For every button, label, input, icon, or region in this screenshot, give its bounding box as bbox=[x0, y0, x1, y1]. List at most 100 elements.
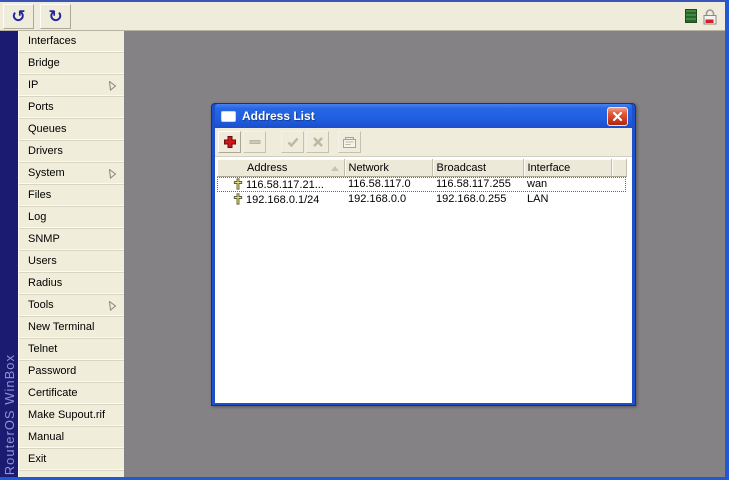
menu-label: Bridge bbox=[28, 57, 60, 69]
remove-button[interactable] bbox=[243, 131, 266, 153]
menu-label: Exit bbox=[28, 453, 47, 465]
sort-ascending-icon bbox=[330, 166, 339, 171]
column-label: Network bbox=[348, 162, 389, 174]
sidebar-item-queues[interactable]: Queues bbox=[19, 119, 124, 141]
list-toolbar bbox=[215, 128, 632, 157]
menu-label: System bbox=[28, 167, 65, 179]
column-label: Address bbox=[247, 162, 288, 174]
address-value: 116.58.117.21... bbox=[246, 178, 324, 191]
cell-interface: wan bbox=[527, 178, 548, 191]
sidebar-item-telnet[interactable]: Telnet bbox=[19, 339, 124, 361]
table-row[interactable]: 192.168.0.1/24 192.168.0.0 192.168.0.255… bbox=[217, 192, 626, 207]
column-header-interface[interactable]: Interface bbox=[523, 159, 612, 177]
menu-label: Interfaces bbox=[28, 35, 77, 47]
table-header-row: Address Network Broadcast Interface bbox=[217, 159, 627, 177]
menu-label: Tools bbox=[28, 299, 54, 311]
ip-address-icon bbox=[233, 178, 243, 190]
table-row[interactable]: 116.58.117.21... 116.58.117.0 116.58.117… bbox=[217, 176, 626, 192]
redo-button[interactable]: ↻ bbox=[40, 3, 71, 29]
check-icon bbox=[287, 137, 298, 148]
sidebar-menu: Interfaces Bridge IP Ports Queues Driver… bbox=[18, 31, 124, 477]
menu-label: Radius bbox=[28, 277, 63, 289]
ip-address-icon bbox=[233, 192, 243, 205]
column-header-broadcast[interactable]: Broadcast bbox=[432, 159, 524, 177]
menu-label: Queues bbox=[28, 123, 67, 135]
menu-label: Ports bbox=[28, 101, 54, 113]
sidebar-item-bridge[interactable]: Bridge bbox=[19, 53, 124, 75]
cell-interface: LAN bbox=[527, 193, 549, 205]
sidebar-item-new-terminal[interactable]: New Terminal bbox=[19, 317, 124, 339]
sidebar-item-ip[interactable]: IP bbox=[19, 75, 124, 97]
undo-button[interactable]: ↺ bbox=[3, 3, 34, 29]
cell-network: 116.58.117.0 bbox=[348, 178, 411, 191]
submenu-arrow-icon bbox=[108, 301, 117, 311]
sidebar-item-certificate[interactable]: Certificate bbox=[19, 383, 124, 405]
submenu-arrow-icon bbox=[108, 81, 117, 91]
sidebar-item-radius[interactable]: Radius bbox=[19, 273, 124, 295]
sidebar-item-tools[interactable]: Tools bbox=[19, 295, 124, 317]
menu-label: New Terminal bbox=[28, 321, 95, 333]
menu-label: Log bbox=[28, 211, 47, 223]
window-title: Address List bbox=[242, 109, 315, 123]
column-label: Interface bbox=[527, 162, 571, 174]
sidebar-item-users[interactable]: Users bbox=[19, 251, 124, 273]
column-label: Broadcast bbox=[436, 162, 487, 174]
list-body: Address Network Broadcast Interface 116.… bbox=[215, 157, 632, 403]
menu-label: Files bbox=[28, 189, 52, 201]
menu-label: Telnet bbox=[28, 343, 58, 355]
cell-broadcast: 116.58.117.255 bbox=[436, 178, 511, 191]
address-list-window: Address List Address Network Broadcast I… bbox=[211, 103, 636, 406]
column-header-network[interactable]: Network bbox=[344, 159, 433, 177]
menu-label: Make Supout.rif bbox=[28, 409, 106, 421]
submenu-arrow-icon bbox=[108, 169, 117, 179]
traffic-indicator-icon bbox=[685, 9, 697, 23]
menu-label: Users bbox=[28, 255, 57, 267]
sidebar-item-make-supout[interactable]: Make Supout.rif bbox=[19, 405, 124, 427]
menu-label: Certificate bbox=[28, 387, 78, 399]
x-icon bbox=[312, 137, 323, 147]
sidebar-item-system[interactable]: System bbox=[19, 163, 124, 185]
cell-address: 192.168.0.1/24 bbox=[217, 192, 344, 207]
cell-spacer bbox=[611, 177, 626, 192]
enable-button[interactable] bbox=[281, 131, 304, 153]
window-frame-top bbox=[0, 0, 729, 2]
redo-icon: ↻ bbox=[48, 6, 63, 26]
close-icon bbox=[612, 111, 623, 121]
cell-address: 116.58.117.21... bbox=[217, 177, 344, 192]
menu-label: Password bbox=[28, 365, 77, 377]
titlebar[interactable]: Address List bbox=[215, 104, 632, 128]
minus-icon bbox=[249, 140, 260, 144]
window-frame-right bbox=[725, 0, 729, 480]
address-value: 192.168.0.1/24 bbox=[246, 193, 320, 206]
secure-lock-icon bbox=[703, 8, 717, 24]
brand-band: RouterOS WinBox bbox=[0, 31, 18, 477]
sidebar-item-drivers[interactable]: Drivers bbox=[19, 141, 124, 163]
cell-broadcast: 192.168.0.255 bbox=[436, 193, 507, 205]
sidebar-item-manual[interactable]: Manual bbox=[19, 427, 124, 449]
close-button[interactable] bbox=[607, 106, 628, 126]
sidebar-item-password[interactable]: Password bbox=[19, 361, 124, 383]
menu-label: Manual bbox=[28, 431, 65, 443]
sidebar-item-files[interactable]: Files bbox=[19, 185, 124, 207]
disable-button[interactable] bbox=[306, 131, 329, 153]
menu-label: IP bbox=[28, 79, 39, 91]
cell-spacer bbox=[611, 192, 626, 207]
menu-label: SNMP bbox=[28, 233, 60, 245]
brand-vertical-text: RouterOS WinBox bbox=[2, 353, 17, 475]
window-icon bbox=[221, 110, 236, 122]
comment-icon bbox=[343, 136, 356, 148]
comment-button[interactable] bbox=[338, 131, 361, 153]
sidebar-item-snmp[interactable]: SNMP bbox=[19, 229, 124, 251]
add-button[interactable] bbox=[218, 131, 241, 153]
sidebar-item-exit[interactable]: Exit bbox=[19, 449, 124, 471]
sidebar-item-ports[interactable]: Ports bbox=[19, 97, 124, 119]
status-area bbox=[685, 6, 719, 26]
address-table: Address Network Broadcast Interface 116.… bbox=[217, 159, 627, 207]
sidebar-item-interfaces[interactable]: Interfaces bbox=[19, 31, 124, 53]
table-header-spacer bbox=[611, 159, 627, 177]
cell-network: 192.168.0.0 bbox=[348, 193, 407, 205]
column-header-address[interactable]: Address bbox=[217, 159, 345, 177]
undo-icon: ↺ bbox=[11, 6, 26, 26]
sidebar-item-log[interactable]: Log bbox=[19, 207, 124, 229]
plus-icon bbox=[223, 136, 236, 148]
